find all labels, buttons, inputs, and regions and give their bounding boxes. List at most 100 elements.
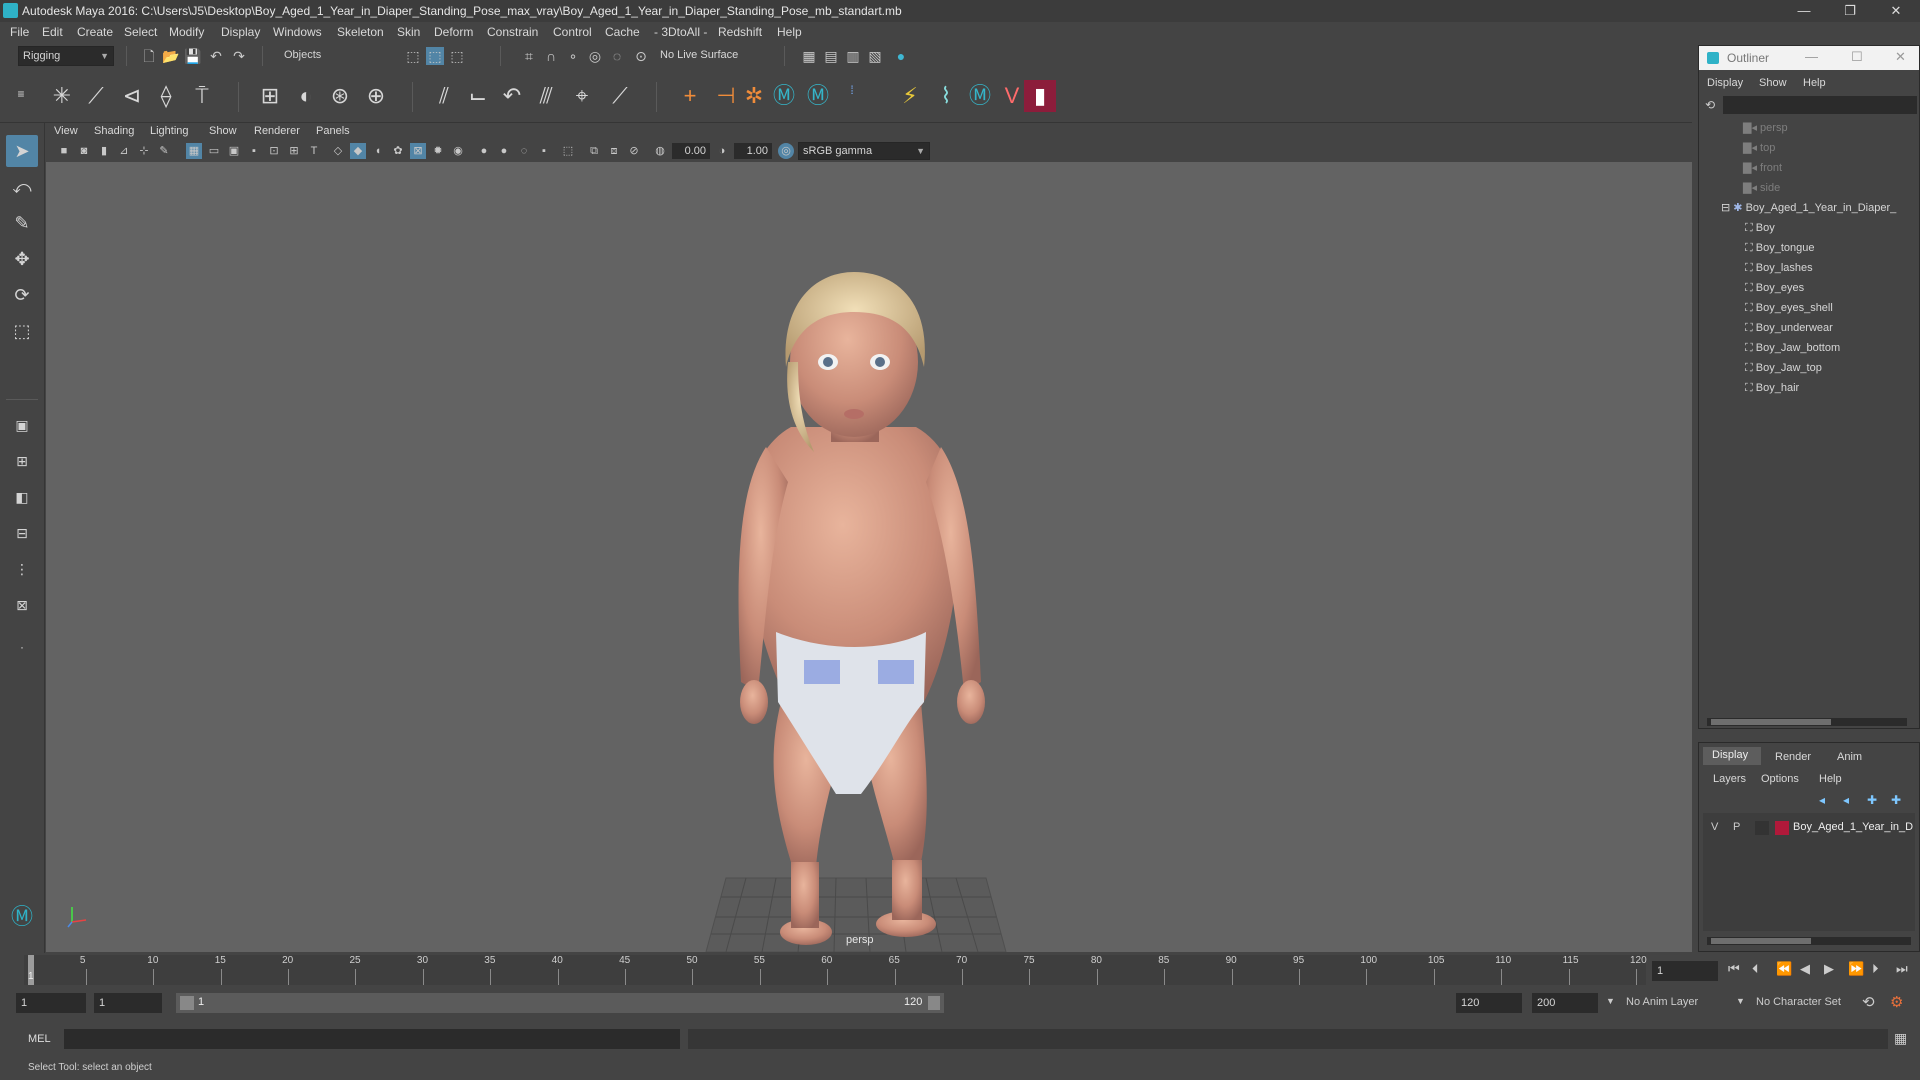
snap-view-plane-icon[interactable]: ◎ — [586, 47, 604, 65]
layer-visibility-toggle[interactable]: V — [1711, 821, 1718, 833]
animation-preferences-icon[interactable]: ⚙ — [1890, 993, 1903, 1011]
gamma-field[interactable]: 1.00 — [734, 143, 772, 159]
menu-control[interactable]: Control — [553, 25, 592, 39]
persp-outliner-layout-icon[interactable]: ◧ — [6, 481, 38, 513]
motion-blur-icon[interactable]: ● — [496, 143, 512, 159]
paint-select-tool-icon[interactable]: ✎ — [6, 207, 38, 239]
tab-display[interactable]: Display — [1703, 747, 1761, 765]
set-key-icon[interactable]: ⁞ — [836, 74, 868, 106]
exposure-field[interactable]: 0.00 — [672, 143, 710, 159]
character-set-label[interactable]: No Character Set — [1756, 996, 1841, 1008]
xray-joints-icon[interactable]: ⊘ — [626, 143, 642, 159]
move-layer-down-icon[interactable]: ◂ — [1843, 793, 1849, 807]
layer-menu-layers[interactable]: Layers — [1713, 773, 1746, 785]
new-scene-icon[interactable]: 🗋 — [140, 47, 158, 65]
redshift-icon[interactable]: ▮ — [1024, 80, 1056, 112]
pole-vector-icon[interactable]: Ⓜ — [768, 80, 800, 112]
go-to-start-icon[interactable]: ⏮ — [1728, 961, 1740, 977]
rotate-tool-icon[interactable]: ⟳ — [6, 279, 38, 311]
outliner-item-mesh[interactable]: ⛶ Boy_lashes — [1745, 258, 1920, 278]
range-slider[interactable]: 1 120 — [176, 993, 944, 1013]
menu-cache[interactable]: Cache — [605, 25, 640, 39]
resolution-gate-icon[interactable]: ▣ — [226, 143, 242, 159]
render-view-icon[interactable]: ▧ — [866, 47, 884, 65]
menu-edit[interactable]: Edit — [42, 25, 63, 39]
screen-space-ao-icon[interactable]: ● — [476, 143, 492, 159]
sculpt-deformer-icon[interactable]: ⊕ — [360, 80, 392, 112]
rigid-bind-icon[interactable]: ⌙ — [462, 80, 494, 112]
view-transform-dropdown[interactable]: sRGB gamma ▼ — [798, 142, 930, 160]
close-icon[interactable]: ✕ — [1895, 49, 1906, 65]
layer-menu-options[interactable]: Options — [1761, 773, 1799, 785]
start-time-field[interactable]: 1 — [16, 993, 86, 1013]
maximize-icon[interactable]: ☐ — [1851, 49, 1863, 65]
bookmark-icon[interactable]: ▮ — [96, 143, 112, 159]
default-material-icon[interactable]: ◖ — [370, 143, 386, 159]
select-object-icon[interactable]: ⬚ — [426, 47, 444, 65]
select-tool-icon[interactable]: ➤ — [6, 135, 38, 167]
auto-key-icon[interactable]: ⟲ — [1862, 993, 1875, 1011]
time-ruler[interactable]: 1 5 10 15 20 25 30 35 40 45 50 55 60 65 70 75 80 85 90 95 1… — [24, 955, 1647, 985]
multisample-aa-icon[interactable]: ◌ — [516, 143, 532, 159]
persp-uv-layout-icon[interactable]: ⊠ — [6, 589, 38, 621]
outliner-item-mesh[interactable]: ⛶ Boy_Jaw_bottom — [1745, 338, 1920, 358]
outliner-item-mesh[interactable]: ⛶ Boy_Jaw_top — [1745, 358, 1920, 378]
step-forward-key-icon[interactable]: ⏩ — [1848, 961, 1864, 977]
menu-constrain[interactable]: Constrain — [487, 25, 538, 39]
menu-set-dropdown[interactable]: Rigging ▼ — [18, 46, 114, 66]
film-gate-icon[interactable]: ▭ — [206, 143, 222, 159]
character-model[interactable] — [738, 272, 985, 945]
move-layer-up-icon[interactable]: ◂ — [1819, 793, 1825, 807]
render-settings-icon[interactable]: ▦ — [800, 47, 818, 65]
menu-windows[interactable]: Windows — [273, 25, 322, 39]
outliner-item-mesh[interactable]: ⛶ Boy_eyes — [1745, 278, 1920, 298]
chevron-down-icon[interactable]: ▼ — [1736, 996, 1745, 1006]
single-perspective-layout-icon[interactable]: ▣ — [6, 409, 38, 441]
grid-icon[interactable]: ▦ — [186, 143, 202, 159]
script-editor-icon[interactable]: ⚡ — [894, 80, 926, 112]
gamma-icon[interactable]: ◑ — [714, 143, 730, 159]
shadows-icon[interactable]: ◉ — [450, 143, 466, 159]
textured-icon[interactable]: ⊠ — [410, 143, 426, 159]
move-tool-icon[interactable]: ✥ — [6, 243, 38, 275]
humanik-icon[interactable]: ⍑ — [186, 80, 218, 112]
maya-tool-icon[interactable]: Ⓜ — [964, 80, 996, 112]
filter-icon[interactable]: ⟲ — [1705, 98, 1719, 112]
wireframe-on-shaded-icon[interactable]: ✿ — [390, 143, 406, 159]
menu-skeleton[interactable]: Skeleton — [337, 25, 384, 39]
outliner-item-mesh[interactable]: ⛶ Boy_tongue — [1745, 238, 1920, 258]
new-layer-selected-icon[interactable]: ✚ — [1891, 793, 1901, 807]
scale-tool-icon[interactable]: ⬚ — [6, 315, 38, 347]
command-input[interactable] — [64, 1029, 680, 1049]
render-frame-icon[interactable]: ▤ — [822, 47, 840, 65]
isolate-select-icon[interactable]: ⬚ — [560, 143, 576, 159]
layer-row[interactable]: V P Boy_Aged_1_Year_in_D — [1703, 819, 1915, 837]
2d-pan-zoom-icon[interactable]: ⊹ — [136, 143, 152, 159]
panel-menu-panels[interactable]: Panels — [316, 125, 350, 137]
outliner-item-camera[interactable]: ▇◂ front — [1743, 158, 1920, 178]
orient-constraint-icon[interactable]: ✲ — [738, 80, 770, 112]
color-management-icon[interactable]: ◎ — [778, 143, 794, 159]
xray-active-icon[interactable]: ⧈ — [606, 143, 622, 159]
select-hierarchy-icon[interactable]: ⬚ — [404, 47, 422, 65]
persp-graph-layout-icon[interactable]: ⊟ — [6, 517, 38, 549]
outliner-item-mesh[interactable]: ⛶ Boy_eyes_shell — [1745, 298, 1920, 318]
playback-start-field[interactable]: 1 — [94, 993, 162, 1013]
menu-deform[interactable]: Deform — [434, 25, 473, 39]
outliner-search-input[interactable] — [1723, 96, 1917, 114]
minimize-button[interactable]: — — [1784, 2, 1824, 20]
anim-layer-label[interactable]: No Anim Layer — [1626, 996, 1698, 1008]
lattice-icon[interactable]: ⊞ — [254, 80, 286, 112]
chevron-down-icon[interactable]: ▼ — [1606, 996, 1615, 1006]
tab-anim[interactable]: Anim — [1837, 751, 1862, 763]
outliner-item-camera[interactable]: ▇◂ persp — [1743, 118, 1920, 138]
scrollbar-thumb[interactable] — [1711, 719, 1831, 725]
collapse-icon[interactable]: ⊟ — [1721, 202, 1733, 214]
outliner-menu-show[interactable]: Show — [1759, 77, 1787, 89]
layer-type-toggle[interactable] — [1755, 821, 1769, 835]
save-scene-icon[interactable]: 💾 — [184, 47, 202, 65]
outliner-item-mesh[interactable]: ⛶ Boy_hair — [1745, 378, 1920, 398]
four-view-layout-icon[interactable]: ⊞ — [6, 445, 38, 477]
shelf-menu-icon[interactable]: ≡ — [14, 78, 28, 110]
script-editor-icon[interactable]: ▦ — [1894, 1030, 1907, 1047]
